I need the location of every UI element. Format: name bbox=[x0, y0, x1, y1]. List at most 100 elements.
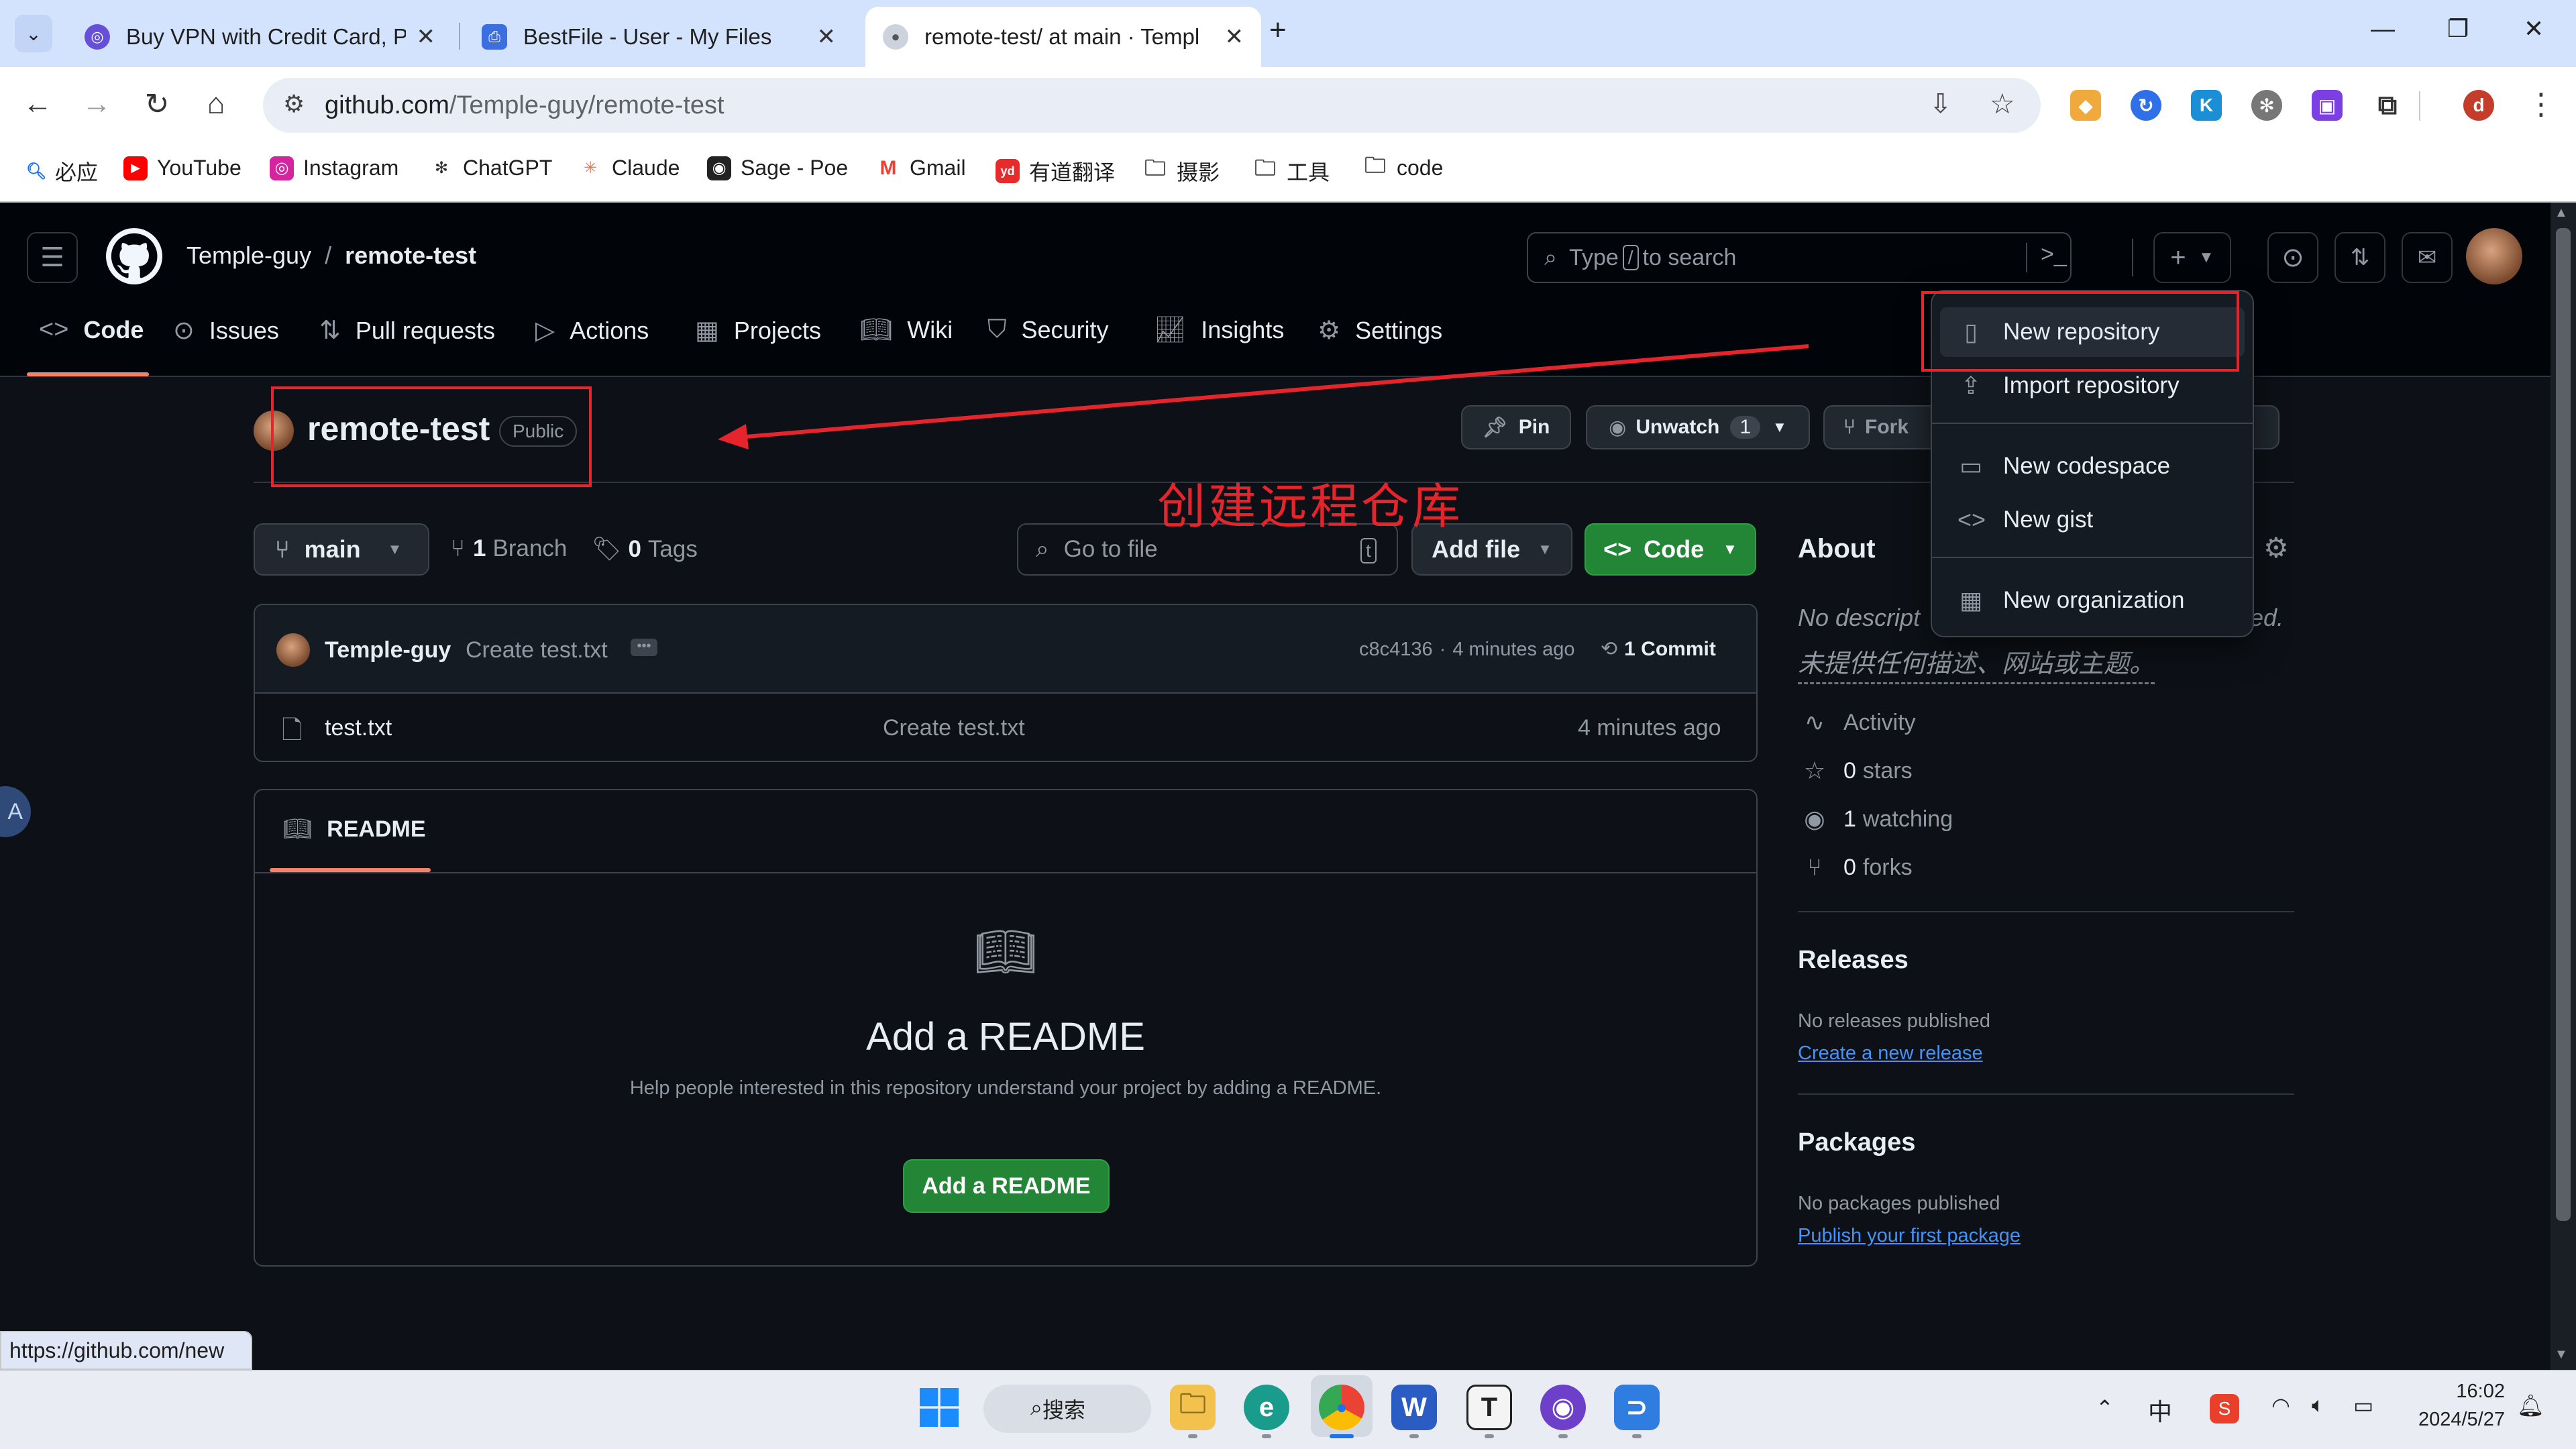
activity-link[interactable]: ∿ Activity bbox=[1798, 708, 1916, 737]
scrollbar-thumb[interactable] bbox=[2556, 228, 2571, 1221]
tab-code[interactable]: <> Code bbox=[39, 315, 144, 344]
home-icon[interactable]: ⌂ bbox=[199, 87, 233, 121]
browser-tab-bestfile[interactable]: ⎙ BestFile - User - My Files ✕ bbox=[464, 7, 853, 67]
address-bar[interactable]: ⚙ github.com/Temple-guy/remote-test ⇩ ☆ bbox=[263, 78, 2041, 133]
scroll-up-icon[interactable]: ▲ bbox=[2555, 205, 2568, 221]
file-commit-message[interactable]: Create test.txt bbox=[883, 715, 1025, 741]
bookmark-star-icon[interactable]: ☆ bbox=[1990, 87, 2015, 120]
extension-kt-icon[interactable]: K bbox=[2191, 90, 2222, 121]
close-icon[interactable]: ✕ bbox=[417, 23, 436, 50]
bookmark-poe[interactable]: ◉ Sage - Poe bbox=[707, 156, 848, 180]
pull-requests-button[interactable]: ⇅ bbox=[2334, 232, 2385, 283]
commit-expand-icon[interactable]: ••• bbox=[631, 639, 657, 656]
about-settings-gear-icon[interactable]: ⚙ bbox=[2263, 531, 2289, 564]
extensions-puzzle-icon[interactable]: ⧉ bbox=[2372, 90, 2403, 121]
translate-bubble-icon[interactable]: A bbox=[0, 786, 31, 837]
breadcrumb-repo[interactable]: remote-test bbox=[345, 241, 476, 270]
file-name[interactable]: test.txt bbox=[325, 715, 392, 741]
install-app-icon[interactable]: ⇩ bbox=[1929, 89, 1952, 119]
bookmark-bing[interactable]: 🔍︎ 必应 bbox=[24, 156, 98, 186]
edge-icon[interactable]: e bbox=[1244, 1385, 1289, 1430]
bookmark-folder-tools[interactable]: 🗀 工具 bbox=[1253, 156, 1330, 186]
typora-icon[interactable]: T bbox=[1466, 1385, 1512, 1430]
hamburger-menu-button[interactable]: ☰ bbox=[27, 232, 78, 283]
file-row[interactable]: 🗋 test.txt Create test.txt 4 minutes ago bbox=[255, 694, 1756, 761]
browser-menu-icon[interactable]: ⋮ bbox=[2524, 87, 2559, 121]
stars-link[interactable]: ☆ 0 stars bbox=[1798, 757, 1913, 785]
add-readme-button[interactable]: Add a README bbox=[903, 1159, 1110, 1213]
extension-shield-icon[interactable]: ◆ bbox=[2070, 90, 2101, 121]
ime-indicator[interactable]: 中 bbox=[2148, 1393, 2172, 1428]
tab-pull-requests[interactable]: ⇅ Pull requests bbox=[319, 315, 495, 345]
menu-item-new-gist[interactable]: <> New gist bbox=[1932, 495, 2253, 545]
branches-link[interactable]: ⑂ 1 Branch bbox=[451, 535, 567, 562]
tray-overflow-icon[interactable]: ⌃ bbox=[2096, 1395, 2114, 1421]
github-desktop-icon[interactable]: ◉ bbox=[1540, 1385, 1586, 1430]
tab-issues[interactable]: ⊙ Issues bbox=[173, 315, 279, 345]
tags-link[interactable]: 🏷︎ 0 Tags bbox=[592, 535, 698, 563]
notification-bell-icon[interactable]: 🔔︎ bbox=[2517, 1393, 2544, 1418]
bookmark-claude[interactable]: ✳ Claude bbox=[578, 156, 680, 180]
back-icon[interactable]: ← bbox=[20, 87, 55, 121]
forward-icon[interactable]: → bbox=[79, 87, 114, 121]
word-icon[interactable]: W bbox=[1391, 1385, 1437, 1430]
breadcrumb-owner[interactable]: Temple-guy bbox=[186, 241, 311, 270]
browser-tab-vpn[interactable]: ◎ Buy VPN with Credit Card, Pa ✕ bbox=[67, 7, 453, 67]
branch-selector[interactable]: ⑂ main ▼ bbox=[254, 523, 429, 576]
extension-refresh-icon[interactable]: ↻ bbox=[2131, 90, 2161, 121]
releases-title[interactable]: Releases bbox=[1798, 946, 1909, 975]
bookmark-instagram[interactable]: ◎ Instagram bbox=[270, 156, 398, 180]
clock-date[interactable]: 2024/5/27 bbox=[2392, 1409, 2505, 1431]
commit-author[interactable]: Temple-guy bbox=[325, 637, 451, 663]
volume-icon[interactable]: 🔈︎ bbox=[2312, 1393, 2324, 1418]
minimize-icon[interactable]: — bbox=[2371, 15, 2395, 43]
file-explorer-icon[interactable]: 🗀 bbox=[1170, 1385, 1216, 1430]
commit-message[interactable]: Create test.txt bbox=[466, 637, 608, 663]
close-window-icon[interactable]: ✕ bbox=[2524, 15, 2544, 43]
bookmark-youdao[interactable]: yd 有道翻译 bbox=[996, 156, 1115, 186]
new-tab-button[interactable]: + bbox=[1269, 13, 1287, 47]
bookmark-youtube[interactable]: ▶ YouTube bbox=[123, 156, 241, 180]
battery-icon[interactable]: ▭ bbox=[2353, 1393, 2373, 1418]
menu-item-new-codespace[interactable]: ▭ New codespace bbox=[1932, 441, 2253, 491]
reload-icon[interactable]: ↻ bbox=[140, 87, 174, 121]
create-release-link[interactable]: Create a new release bbox=[1798, 1042, 1983, 1065]
site-info-icon[interactable]: ⚙ bbox=[283, 90, 305, 118]
create-new-button[interactable]: + ▼ bbox=[2153, 232, 2231, 283]
restore-icon[interactable]: ❐ bbox=[2447, 15, 2469, 43]
bookmark-gmail[interactable]: M Gmail bbox=[876, 156, 966, 180]
tab-search-button[interactable]: ⌄ bbox=[15, 15, 52, 52]
pinned-app-icon[interactable]: ⊃ bbox=[1614, 1385, 1660, 1430]
bookmark-chatgpt[interactable]: ✻ ChatGPT bbox=[429, 156, 552, 180]
search-input[interactable]: ⌕ Type / to search >_ bbox=[1527, 232, 2072, 283]
close-icon[interactable]: ✕ bbox=[1225, 23, 1244, 50]
close-icon[interactable]: ✕ bbox=[817, 23, 837, 50]
extension-openai-icon[interactable]: ✻ bbox=[2251, 90, 2282, 121]
readme-tab[interactable]: 📖︎ README bbox=[283, 816, 426, 843]
clock-time[interactable]: 16:02 bbox=[2411, 1381, 2505, 1403]
sogou-icon[interactable]: S bbox=[2210, 1394, 2239, 1424]
taskbar-search[interactable]: ⌕ 搜索 bbox=[983, 1385, 1151, 1433]
tab-actions[interactable]: ▷ Actions bbox=[535, 315, 649, 345]
profile-avatar[interactable]: d bbox=[2463, 90, 2494, 121]
publish-package-link[interactable]: Publish your first package bbox=[1798, 1225, 2021, 1247]
extension-purple-icon[interactable]: ▣ bbox=[2312, 90, 2343, 121]
packages-title[interactable]: Packages bbox=[1798, 1128, 1915, 1157]
command-palette-icon[interactable]: >_ bbox=[2041, 241, 2067, 268]
bookmark-folder-photo[interactable]: 🗀 摄影 bbox=[1143, 156, 1220, 186]
scroll-down-icon[interactable]: ▼ bbox=[2555, 1347, 2568, 1362]
user-avatar[interactable] bbox=[2466, 228, 2522, 284]
github-logo-icon[interactable] bbox=[106, 228, 162, 284]
commit-hash[interactable]: c8c4136 bbox=[1359, 639, 1433, 661]
menu-item-new-organization[interactable]: ▦ New organization bbox=[1932, 576, 2253, 625]
issues-button[interactable]: ⊙ bbox=[2267, 232, 2318, 283]
watching-link[interactable]: ◉ 1 watching bbox=[1798, 805, 1953, 833]
commits-link[interactable]: ⟲ 1 Commit bbox=[1601, 637, 1716, 661]
bookmark-folder-code[interactable]: 🗀 code bbox=[1363, 153, 1443, 180]
browser-tab-github[interactable]: ● remote-test/ at main · Templ ✕ bbox=[865, 7, 1261, 67]
wifi-icon[interactable]: ◠ bbox=[2271, 1393, 2290, 1418]
windows-start-icon[interactable] bbox=[916, 1385, 962, 1430]
chrome-icon[interactable]: ● bbox=[1319, 1385, 1364, 1430]
code-button[interactable]: <> Code ▼ bbox=[1585, 523, 1756, 576]
inbox-button[interactable]: ✉ bbox=[2402, 232, 2453, 283]
